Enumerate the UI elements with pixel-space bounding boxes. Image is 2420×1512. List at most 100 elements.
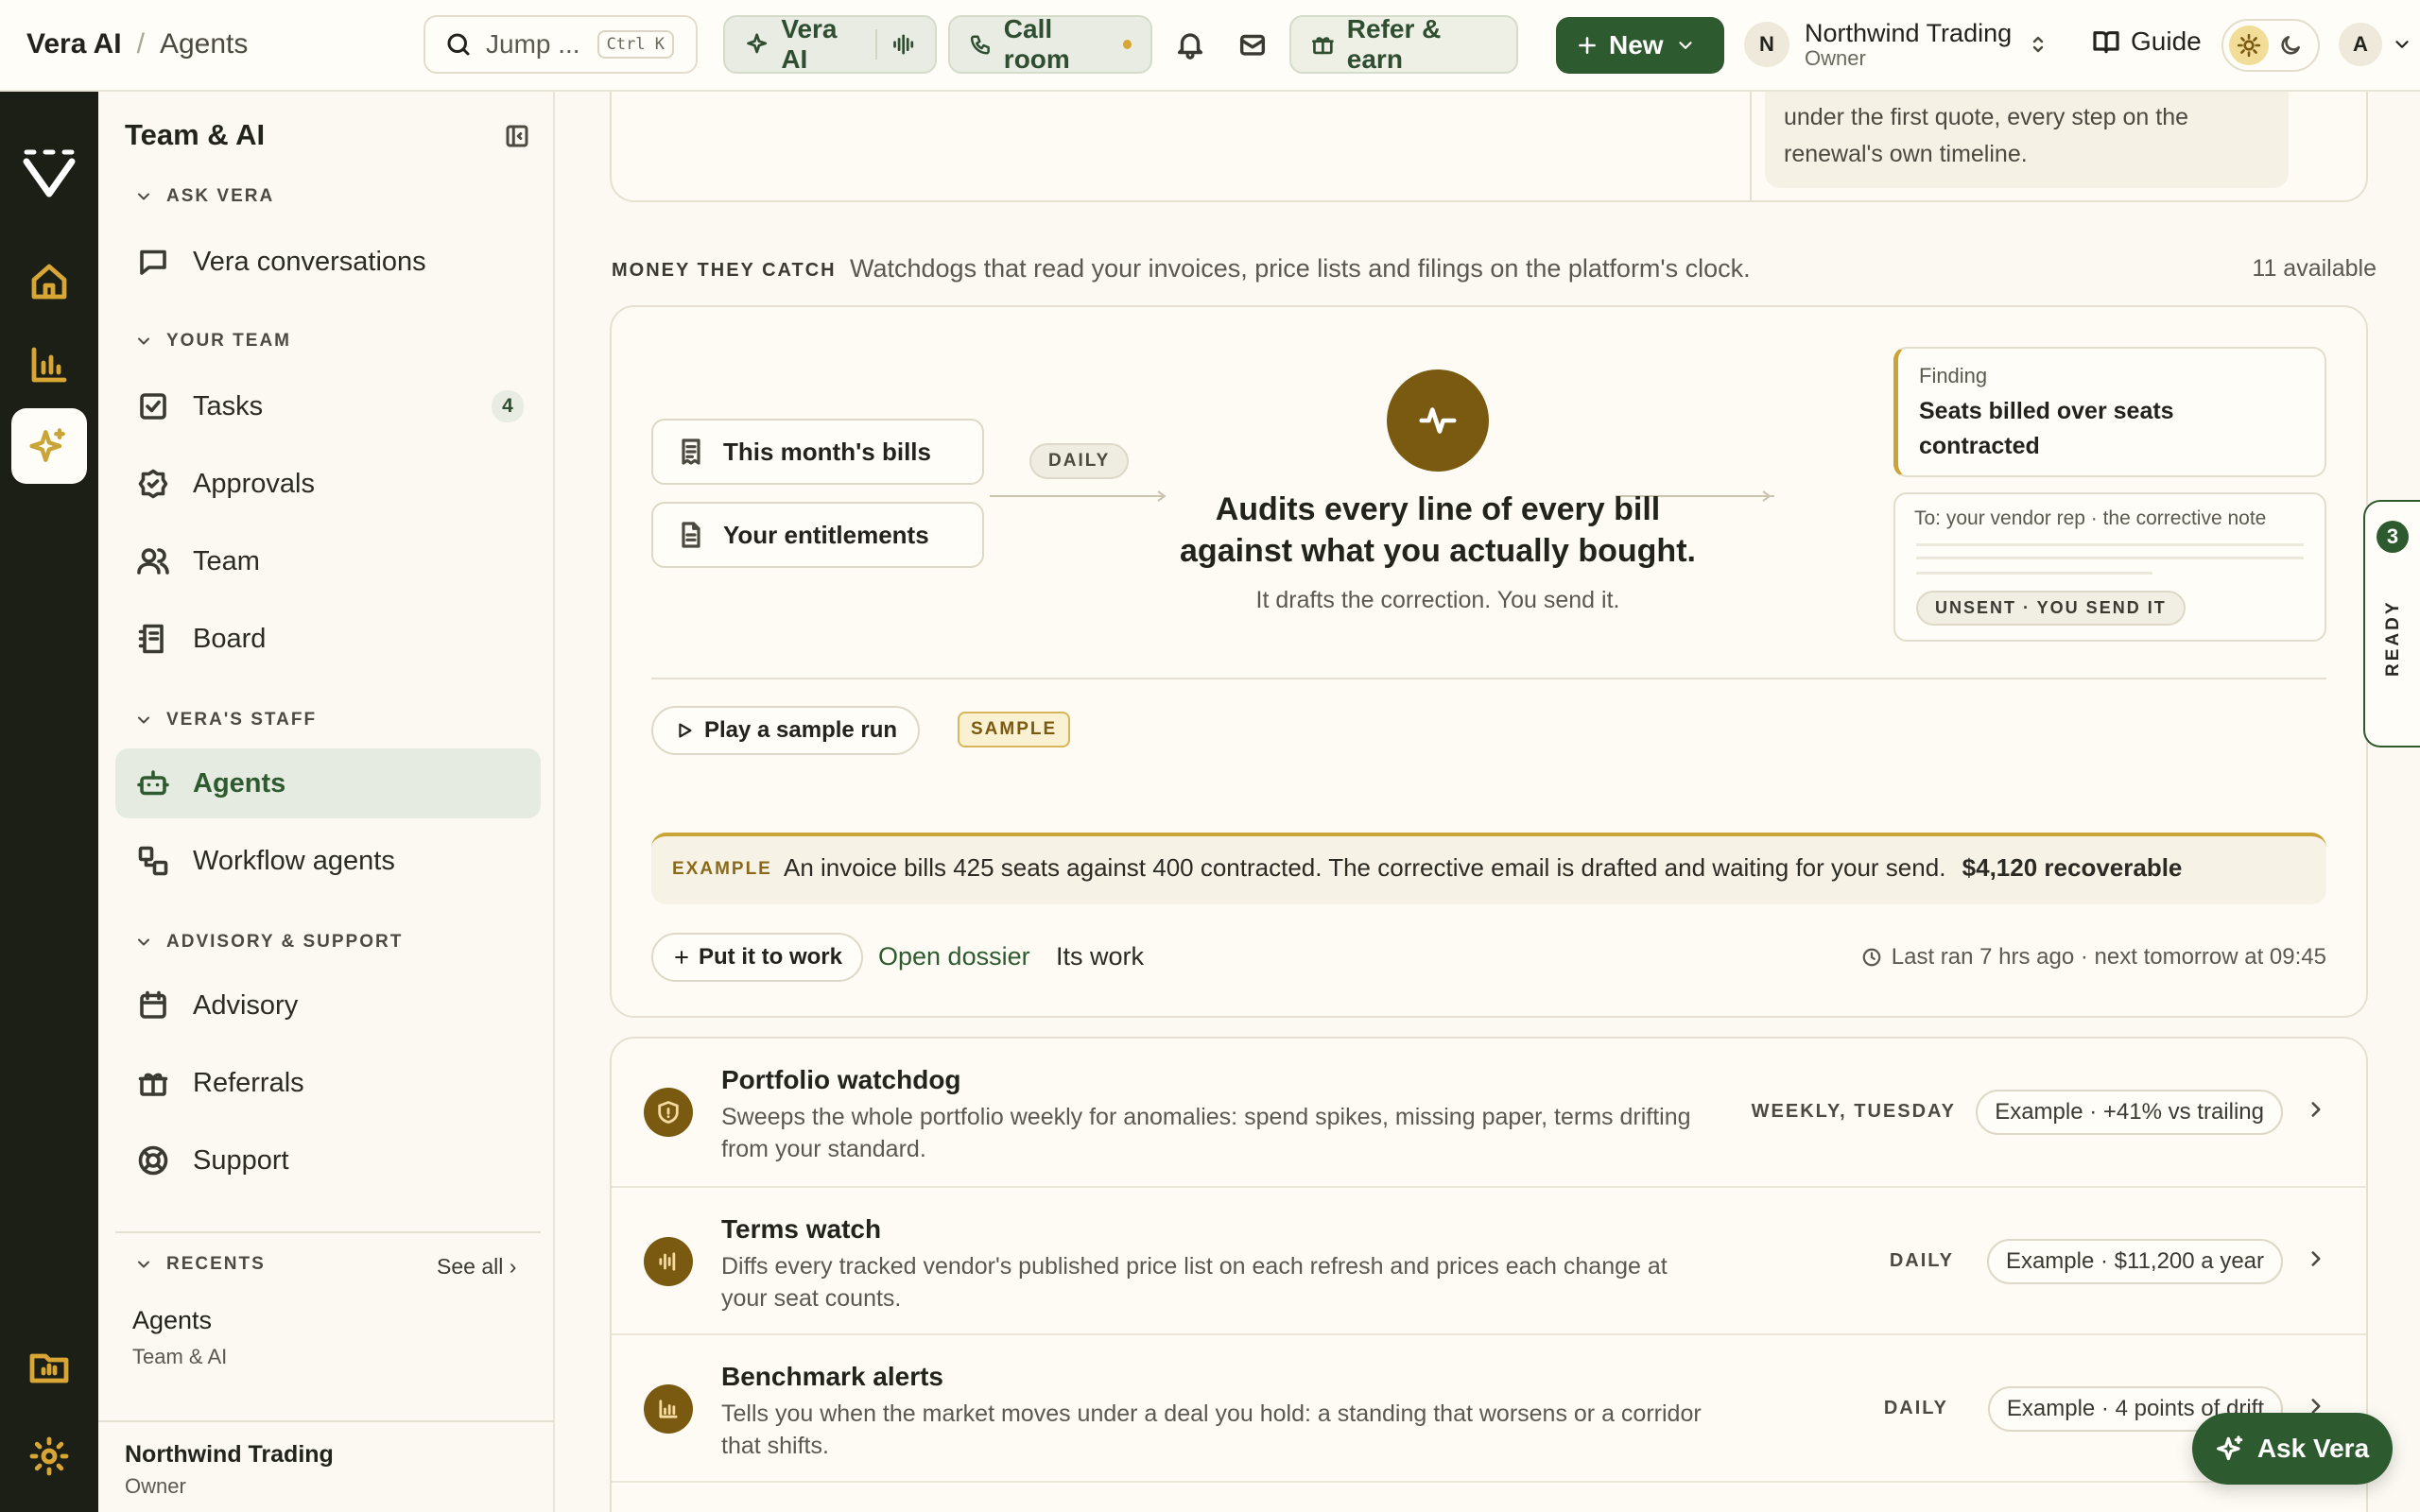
sidebar-item-label: Board [193,623,267,654]
breadcrumb-page: Agents [159,28,249,60]
org-avatar: N [1744,22,1789,67]
ready-drawer-tab[interactable]: 3 READY [2363,500,2420,747]
finding-card[interactable]: Finding Seats billed over seats contract… [1893,347,2326,477]
badge-check-icon [138,469,168,499]
agent-row[interactable]: Portfolio watchdog Sweeps the whole port… [612,1039,2366,1186]
lifebuoy-icon [138,1145,168,1176]
play-icon [679,723,692,738]
source-bills[interactable]: This month's bills [651,419,984,485]
vera-ai-label: Vera AI [781,14,838,74]
open-dossier-link[interactable]: Open dossier [878,942,1030,971]
settings-icon[interactable] [26,1434,72,1479]
search-input[interactable]: Jump ... Ctrl K [424,15,698,74]
notebook-icon [138,624,164,654]
home-icon[interactable] [26,259,72,304]
sidebar-item-tasks[interactable]: Tasks 4 [115,371,541,441]
section-recents[interactable]: RECENTS [134,1254,266,1275]
section-ask-vera[interactable]: ASK VERA [134,186,274,207]
search-placeholder: Jump ... [486,29,580,59]
section-your-team[interactable]: YOUR TEAM [134,331,291,352]
finding-title: Seats billed over seats contracted [1919,398,2174,459]
sidebar-item-support[interactable]: Support [115,1125,541,1195]
available-count: 11 available [2252,255,2377,282]
agent-row[interactable]: Terms watch Diffs every tracked vendor's… [612,1186,2366,1333]
sun-icon[interactable] [2229,26,2269,65]
agent-description: Tells you when the market moves under a … [721,1400,1702,1459]
sidebar-footer[interactable]: Northwind Trading Owner [98,1420,553,1512]
sparkle-icon [747,33,768,54]
org-role: Owner [1805,45,1866,70]
chevron-right-icon[interactable] [2304,1097,2328,1122]
sidebar-item-team[interactable]: Team [115,526,541,596]
recent-item-title: Agents [132,1306,213,1334]
icon-rail [0,92,98,1512]
org-switcher[interactable]: N Northwind Trading Owner [1744,15,2049,74]
sidebar-item-approvals[interactable]: Approvals [115,449,541,519]
vera-logo[interactable] [21,145,78,201]
phone-icon [970,35,990,55]
note-recipient: To: your vendor rep · the corrective not… [1914,507,2267,529]
robot-icon [137,770,169,796]
user-avatar: A [2339,23,2382,66]
corrective-note-card[interactable]: To: your vendor rep · the corrective not… [1893,492,2326,642]
call-room-button[interactable]: Call room [948,14,1152,74]
play-sample-button[interactable]: Play a sample run [651,706,921,755]
example-callout: EXAMPLE An invoice bills 425 seats again… [651,833,2326,904]
sidebar-item-vera-conversations[interactable]: Vera conversations [115,227,541,297]
chevron-down-icon [138,337,149,345]
agent-title: Portfolio watchdog [721,1065,961,1094]
refer-earn-button[interactable]: Refer & earn [1289,14,1518,74]
sidebar-item-label: Tasks [193,390,264,421]
sidebar-item-agents[interactable]: Agents [115,748,541,818]
ask-vera-label: Ask Vera [2256,1434,2370,1463]
collapse-sidebar-icon[interactable] [503,122,531,150]
theme-toggle[interactable] [2221,19,2320,72]
section-veras-staff[interactable]: VERA'S STAFF [134,710,317,730]
money-section-label: MONEY THEY CATCH [612,260,837,281]
vera-ai-button[interactable]: Vera AI [723,14,937,74]
section-label: ADVISORY & SUPPORT [166,932,404,952]
guide-button[interactable]: Guide [2091,26,2202,57]
user-menu[interactable]: A [2339,23,2412,66]
sidebar-item-board[interactable]: Board [115,604,541,674]
breadcrumb-separator: / [136,28,145,60]
sidebar: Team & AI ASK VERA Vera conversations YO… [98,92,555,1512]
waveform-icon[interactable] [890,30,916,59]
its-work-link[interactable]: Its work [1056,942,1144,971]
example-tag: EXAMPLE [672,859,772,879]
bar-chart-icon[interactable] [26,342,72,387]
agent-title: Terms watch [721,1214,882,1244]
new-button[interactable]: New [1556,17,1724,74]
last-ran-text: Last ran 7 hrs ago · next tomorrow at 09… [1891,944,2326,970]
headline-line2: against what you actually bought. [1180,533,1696,569]
put-to-work-button[interactable]: Put it to work [651,933,863,982]
agent-cadence: DAILY [1889,1250,1954,1271]
inbox-icon[interactable] [1236,28,1269,60]
ask-vera-button[interactable]: Ask Vera [2192,1413,2393,1485]
chevron-right-icon[interactable] [2304,1246,2328,1271]
folder-icon[interactable] [26,1345,72,1390]
team-ai-rail-button[interactable] [11,408,87,484]
bell-icon[interactable] [1174,28,1206,60]
waveform-icon [644,1237,693,1286]
search-shortcut: Ctrl K [596,30,675,59]
section-advisory-support[interactable]: ADVISORY & SUPPORT [134,932,403,953]
recent-item[interactable]: Agents Team & AI [132,1306,227,1369]
agent-example-badge: Example · $11,200 a year [1986,1239,2283,1284]
breadcrumb-app[interactable]: Vera AI [26,28,122,60]
agent-row[interactable] [612,1481,2366,1512]
footer-org-role: Owner [125,1474,186,1498]
bar-chart-icon [644,1384,693,1434]
sidebar-item-advisory[interactable]: Advisory [115,971,541,1040]
moon-icon[interactable] [2278,33,2303,58]
see-all-link[interactable]: See all › [437,1254,516,1280]
gift-icon [138,1073,168,1096]
agent-row[interactable]: Benchmark alerts Tells you when the mark… [612,1333,2366,1481]
sidebar-item-workflow-agents[interactable]: Workflow agents [115,826,541,896]
chat-icon [140,249,166,275]
sidebar-item-referrals[interactable]: Referrals [115,1048,541,1118]
source-entitlements[interactable]: Your entitlements [651,502,984,568]
plus-icon [675,951,688,964]
shield-icon [644,1088,693,1137]
ready-count: 3 [2377,521,2409,553]
